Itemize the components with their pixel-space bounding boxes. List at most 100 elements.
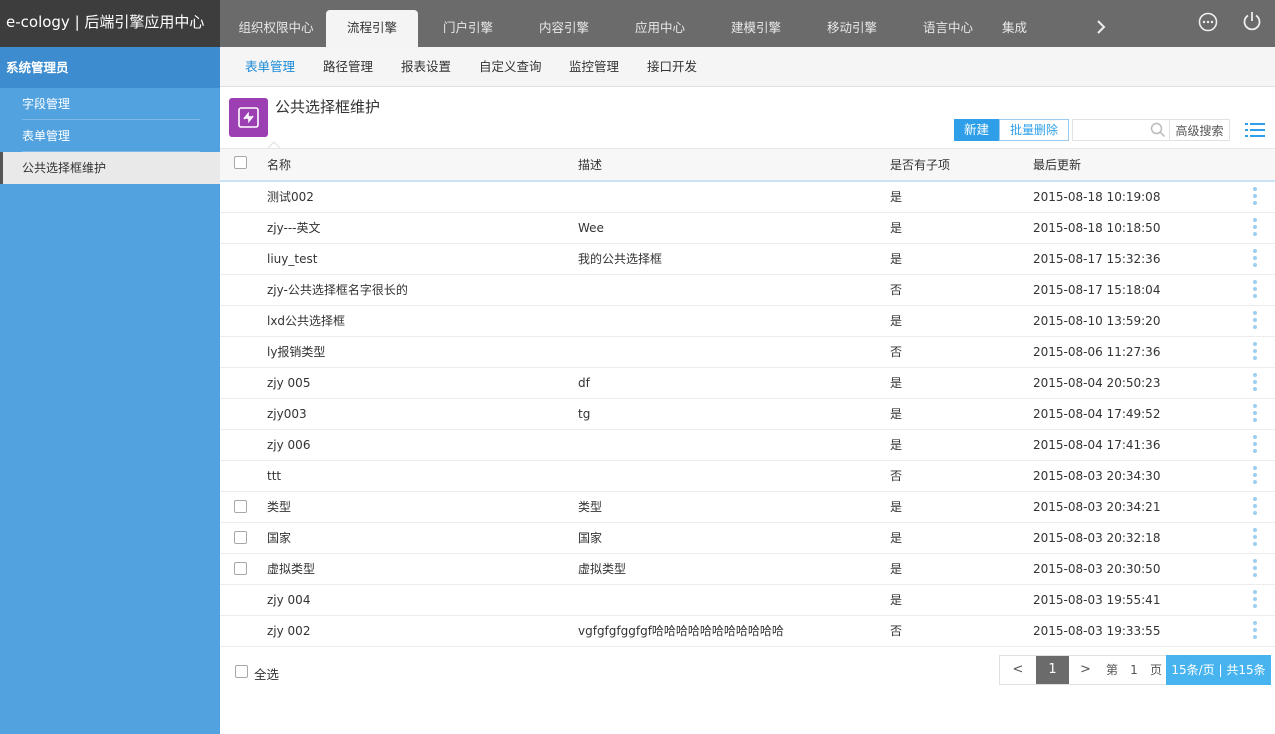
table-row[interactable]: zjy 004 是 2015-08-03 19:55:41 <box>220 585 1275 616</box>
row-menu-icon[interactable] <box>1253 342 1259 364</box>
sidebar-item-label: 表单管理 <box>22 129 71 143</box>
subnav-monitor-management[interactable]: 监控管理 <box>569 47 619 87</box>
row-menu-icon[interactable] <box>1253 528 1259 550</box>
table-row[interactable]: liuy_test 我的公共选择框 是 2015-08-17 15:32:36 <box>220 244 1275 275</box>
top-tab-org[interactable]: 组织权限中心 <box>228 0 324 47</box>
page-title: 公共选择框维护 <box>275 98 381 116</box>
chevron-right-icon[interactable] <box>1096 20 1106 34</box>
row-menu-icon[interactable] <box>1253 559 1259 581</box>
cell-name: zjy 004 <box>267 593 311 607</box>
list-view-icon[interactable] <box>1245 122 1265 138</box>
cell-has-child: 是 <box>890 531 903 545</box>
row-menu-icon[interactable] <box>1253 218 1259 240</box>
select-all-label[interactable]: 全选 <box>254 664 279 683</box>
batch-delete-button[interactable]: 批量删除 <box>999 119 1069 141</box>
cell-name: zjy 005 <box>267 376 311 390</box>
current-page-button[interactable]: 1 <box>1036 656 1069 684</box>
table-row[interactable]: zjy 005 df 是 2015-08-04 20:50:23 <box>220 368 1275 399</box>
power-icon[interactable] <box>1242 11 1262 32</box>
subnav-custom-query[interactable]: 自定义查询 <box>479 47 542 87</box>
top-tab-mobile[interactable]: 移动引擎 <box>804 0 900 47</box>
row-menu-icon[interactable] <box>1253 249 1259 271</box>
top-tab-workflow[interactable]: 流程引擎 <box>326 10 418 47</box>
top-tab-language[interactable]: 语言中心 <box>900 0 996 47</box>
cell-has-child: 否 <box>890 469 903 483</box>
table-row[interactable]: zjy-公共选择框名字很长的 否 2015-08-17 15:18:04 <box>220 275 1275 306</box>
advanced-search-button[interactable]: 高级搜索 <box>1170 119 1230 141</box>
top-tab-portal[interactable]: 门户引擎 <box>420 0 516 47</box>
row-menu-icon[interactable] <box>1253 311 1259 333</box>
cell-has-child: 是 <box>890 593 903 607</box>
row-menu-icon[interactable] <box>1253 466 1259 488</box>
page-size-info[interactable]: 15条/页 | 共15条 <box>1166 655 1271 685</box>
top-tab-content[interactable]: 内容引擎 <box>516 0 612 47</box>
page-prefix-label: 第 <box>1105 663 1118 677</box>
cell-name: 测试002 <box>267 190 314 204</box>
cell-name: zjy-公共选择框名字很长的 <box>267 283 408 297</box>
new-button[interactable]: 新建 <box>954 119 999 141</box>
table-row[interactable]: 虚拟类型 虚拟类型 是 2015-08-03 20:30:50 <box>220 554 1275 585</box>
cell-updated: 2015-08-10 13:59:20 <box>1033 314 1161 328</box>
top-tab-app[interactable]: 应用中心 <box>612 0 708 47</box>
row-menu-icon[interactable] <box>1253 621 1259 643</box>
subnav-interface-dev[interactable]: 接口开发 <box>647 47 697 87</box>
subnav-report-settings[interactable]: 报表设置 <box>401 47 451 87</box>
row-menu-icon[interactable] <box>1253 497 1259 519</box>
cell-name: zjy003 <box>267 407 307 421</box>
cell-has-child: 是 <box>890 314 903 328</box>
cell-updated: 2015-08-04 17:41:36 <box>1033 438 1161 452</box>
cell-updated: 2015-08-17 15:32:36 <box>1033 252 1161 266</box>
row-menu-icon[interactable] <box>1253 280 1259 302</box>
row-menu-icon[interactable] <box>1253 590 1259 612</box>
row-menu-icon[interactable] <box>1253 187 1259 209</box>
row-checkbox[interactable] <box>234 531 247 544</box>
cell-has-child: 是 <box>890 221 903 235</box>
cell-name: zjy 006 <box>267 438 311 452</box>
cell-description: vgfgfgfggfgf哈哈哈哈哈哈哈哈哈哈哈 <box>578 624 784 638</box>
table-row[interactable]: ly报销类型 否 2015-08-06 11:27:36 <box>220 337 1275 368</box>
more-icon[interactable] <box>1198 12 1218 32</box>
subnav-form-management[interactable]: 表单管理 <box>245 47 295 87</box>
table-row[interactable]: lxd公共选择框 是 2015-08-10 13:59:20 <box>220 306 1275 337</box>
top-bar: e-cology | 后端引擎应用中心 组织权限中心 流程引擎 门户引擎 内容引… <box>0 0 1275 47</box>
table-row[interactable]: 类型 类型 是 2015-08-03 20:34:21 <box>220 492 1275 523</box>
row-menu-icon[interactable] <box>1253 435 1259 457</box>
cell-has-child: 是 <box>890 438 903 452</box>
row-checkbox[interactable] <box>234 500 247 513</box>
cell-description: 类型 <box>578 500 603 514</box>
page-number-input[interactable]: 1 <box>1122 656 1146 684</box>
cell-name: 类型 <box>267 500 292 514</box>
sidebar-item-public-select-box[interactable]: 公共选择框维护 <box>0 152 220 184</box>
cell-updated: 2015-08-17 15:18:04 <box>1033 283 1161 297</box>
table-row[interactable]: zjy003 tg 是 2015-08-04 17:49:52 <box>220 399 1275 430</box>
cell-has-child: 否 <box>890 283 903 297</box>
header-checkbox[interactable] <box>234 156 247 169</box>
column-header-updated[interactable]: 最后更新 <box>1033 149 1081 181</box>
pagination: < 1 > 第 1 页 15条/页 | 共15条 <box>999 655 1271 685</box>
table-row[interactable]: zjy---英文 Wee 是 2015-08-18 10:18:50 <box>220 213 1275 244</box>
select-box-icon <box>238 107 259 128</box>
cell-name: 虚拟类型 <box>267 562 316 576</box>
table-row[interactable]: zjy 006 是 2015-08-04 17:41:36 <box>220 430 1275 461</box>
select-all-checkbox[interactable] <box>235 665 248 678</box>
row-checkbox[interactable] <box>234 562 247 575</box>
table-row[interactable]: 测试002 是 2015-08-18 10:19:08 <box>220 182 1275 213</box>
top-tab-modeling[interactable]: 建模引擎 <box>708 0 804 47</box>
row-menu-icon[interactable] <box>1253 404 1259 426</box>
column-header-name[interactable]: 名称 <box>267 149 291 181</box>
table-row[interactable]: zjy 002 vgfgfgfggfgf哈哈哈哈哈哈哈哈哈哈哈 否 2015-0… <box>220 616 1275 647</box>
prev-page-button[interactable]: < <box>1000 656 1036 684</box>
top-tab-integration[interactable]: 集成 <box>996 0 1046 47</box>
sidebar-item-form-management[interactable]: 表单管理 <box>0 120 220 152</box>
column-header-description[interactable]: 描述 <box>578 149 602 181</box>
row-menu-icon[interactable] <box>1253 373 1259 395</box>
sidebar-item-field-management[interactable]: 字段管理 <box>0 88 220 120</box>
next-page-button[interactable]: > <box>1069 656 1102 684</box>
cell-has-child: 是 <box>890 407 903 421</box>
subnav-path-management[interactable]: 路径管理 <box>323 47 373 87</box>
table-row[interactable]: ttt 否 2015-08-03 20:34:30 <box>220 461 1275 492</box>
cell-description: 虚拟类型 <box>578 562 627 576</box>
search-icon[interactable] <box>1150 122 1166 138</box>
column-header-has-child[interactable]: 是否有子项 <box>890 149 950 181</box>
table-row[interactable]: 国家 国家 是 2015-08-03 20:32:18 <box>220 523 1275 554</box>
